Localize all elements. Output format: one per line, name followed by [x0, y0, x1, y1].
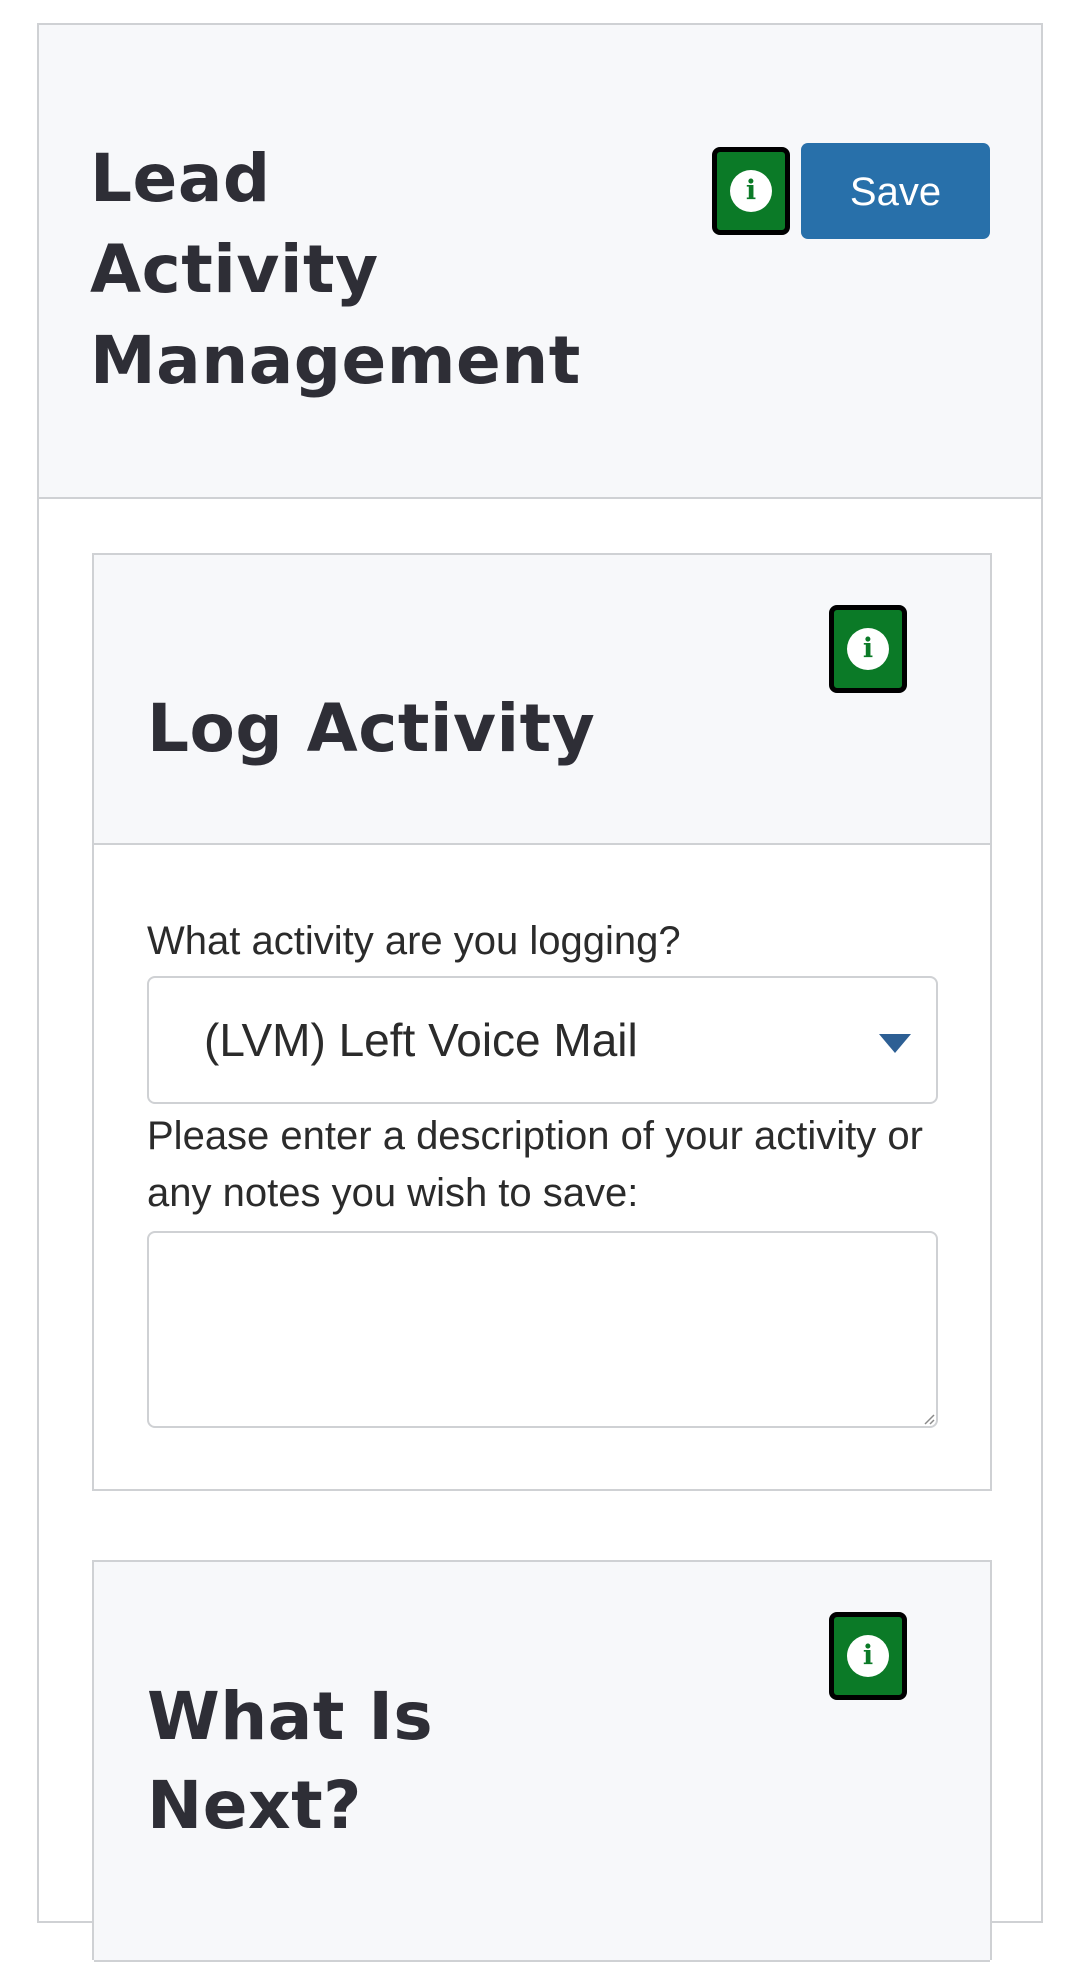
info-circle-icon: i [847, 1635, 889, 1677]
log-activity-info-button[interactable]: i [829, 605, 907, 693]
description-textarea[interactable] [147, 1231, 938, 1428]
page-title-line: Activity [90, 231, 379, 308]
log-activity-header: Log Activity i [94, 555, 990, 845]
what-is-next-header: What Is Next? i [94, 1562, 990, 1962]
description-label: Please enter a description of your activ… [147, 1114, 923, 1215]
what-is-next-section: What Is Next? i [92, 1560, 992, 1962]
page-title-line: Management [90, 322, 581, 399]
header-info-button[interactable]: i [712, 147, 790, 235]
what-is-next-title-line: What Is [147, 1678, 434, 1755]
card-header: Lead Activity Management i Save [39, 25, 1041, 499]
log-activity-section: Log Activity i What activity are you log… [92, 553, 992, 1491]
what-is-next-title-line: Next? [147, 1767, 362, 1844]
info-circle-icon: i [847, 628, 889, 670]
activity-type-select[interactable]: (LVM) Left Voice Mail [147, 976, 938, 1104]
what-is-next-title: What Is Next? [147, 1672, 433, 1850]
page-title-line: Lead [90, 140, 271, 217]
activity-type-selected-value: (LVM) Left Voice Mail [204, 1014, 638, 1066]
info-circle-icon: i [730, 170, 772, 212]
caret-down-icon [879, 1034, 911, 1053]
activity-type-label: What activity are you logging? [147, 919, 681, 963]
what-is-next-info-button[interactable]: i [829, 1612, 907, 1700]
save-button[interactable]: Save [801, 143, 990, 239]
page-title: Lead Activity Management [90, 133, 650, 406]
lead-activity-management-card: Lead Activity Management i Save Log Acti… [37, 23, 1043, 1962]
log-activity-title: Log Activity [147, 690, 596, 767]
